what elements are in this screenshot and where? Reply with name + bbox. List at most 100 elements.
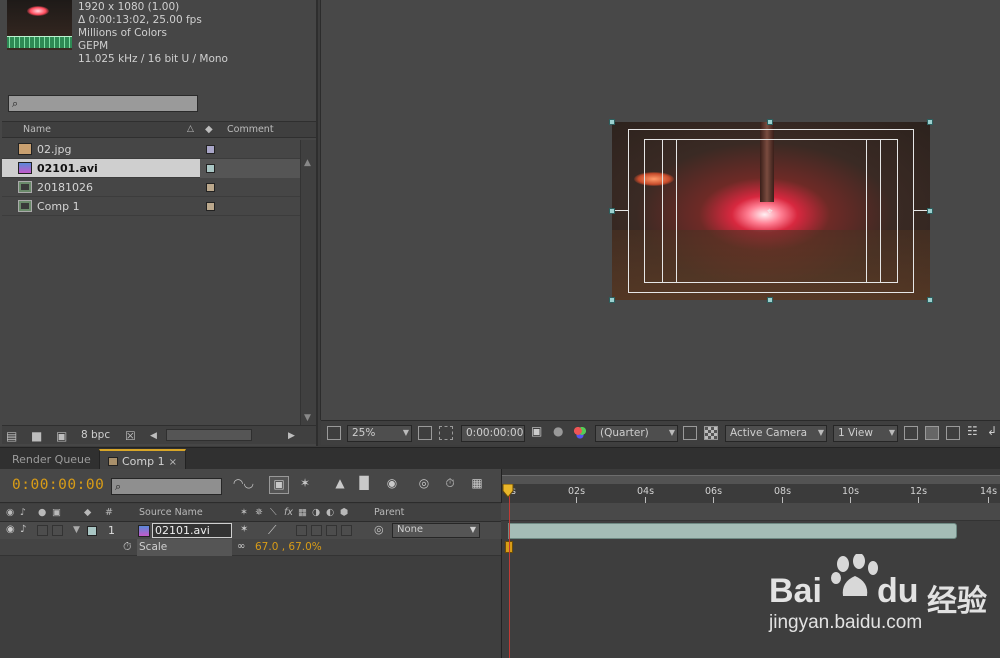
scroll-up-icon[interactable]: ▲ — [304, 158, 311, 168]
comp-mini-flowchart-icon[interactable]: ◠◡ — [233, 476, 254, 494]
hide-shy-layers-icon[interactable]: ✶ — [295, 476, 315, 494]
scroll-right-icon[interactable]: ▶ — [288, 431, 295, 441]
fast-previews-icon[interactable] — [683, 426, 697, 440]
reset-exposure-icon[interactable]: ↲ — [987, 424, 1000, 438]
label-tag-icon[interactable]: ◆ — [84, 507, 91, 518]
region-of-interest-icon[interactable] — [439, 426, 453, 440]
frame-blending-icon[interactable]: ▲ — [330, 476, 350, 494]
constrain-proportions-icon[interactable]: ∞ — [237, 541, 245, 552]
auto-keyframe-icon[interactable]: ◎ — [414, 476, 434, 494]
motion-blur-icon[interactable]: █ — [354, 476, 374, 494]
close-icon[interactable]: × — [169, 457, 177, 468]
pick-whip-icon[interactable]: ◎ — [374, 523, 384, 536]
current-time-field[interactable]: 0:00:00:00 — [461, 425, 525, 442]
trash-icon[interactable]: ☒ — [125, 429, 136, 443]
property-row[interactable]: ⏱ Scale ∞ 67.0 , 67.0% — [0, 539, 501, 556]
fast-draft-icon[interactable] — [925, 426, 939, 440]
quality-switch-icon[interactable]: ⟍ — [270, 507, 277, 518]
transparency-grid-icon[interactable] — [704, 426, 718, 440]
3d-layer-switch-icon[interactable]: ⬢ — [340, 507, 348, 518]
magnification-dropdown[interactable]: 25% ▼ — [347, 425, 412, 442]
shy-switch-icon[interactable]: ✶ — [240, 507, 248, 518]
parent-dropdown[interactable]: None ▼ — [392, 523, 480, 538]
column-comment[interactable]: Comment — [227, 124, 274, 135]
transform-handle[interactable] — [767, 119, 773, 125]
transform-handle[interactable] — [609, 297, 615, 303]
column-index[interactable]: # — [105, 507, 113, 518]
camera-snapshot-icon[interactable]: ▣ — [531, 424, 545, 438]
view-layout-dropdown[interactable]: 1 View ▼ — [833, 425, 898, 442]
tab-render-queue[interactable]: Render Queue — [4, 449, 99, 470]
show-snapshot-icon[interactable]: ● — [553, 424, 567, 438]
scroll-down-icon[interactable]: ▼ — [304, 413, 311, 423]
audio-icon[interactable]: ♪ — [20, 524, 26, 535]
transform-handle[interactable] — [927, 119, 933, 125]
brainstorm-icon[interactable]: ◉ — [382, 476, 402, 494]
graph-editor-icon[interactable]: ▦ — [467, 476, 487, 494]
solo-checkbox[interactable] — [37, 525, 48, 536]
timeline-tracks[interactable] — [501, 539, 1000, 658]
new-folder-icon[interactable]: ■ — [31, 429, 42, 443]
project-item[interactable]: 02.jpg — [2, 140, 300, 159]
timeline-icon[interactable] — [946, 426, 960, 440]
transform-handle[interactable] — [767, 297, 773, 303]
lock-icon[interactable]: ▣ — [52, 507, 61, 518]
horizontal-scrollbar[interactable] — [166, 429, 252, 441]
shy-switch-icon[interactable]: ✶ — [240, 524, 248, 535]
current-time-indicator[interactable] — [509, 485, 510, 658]
timeline-current-time[interactable]: 0:00:00:00 — [12, 477, 104, 493]
column-source-name[interactable]: Source Name — [139, 507, 203, 518]
column-name[interactable]: Name — [23, 124, 51, 135]
bit-depth-button[interactable]: 8 bpc — [81, 429, 110, 441]
label-color[interactable] — [206, 183, 215, 192]
anchor-point-icon[interactable]: ⌖ — [767, 206, 773, 217]
project-scrollbar[interactable]: ▲ ▼ — [300, 140, 316, 425]
label-color[interactable] — [206, 164, 215, 173]
flowchart-icon[interactable]: ☷ — [967, 424, 981, 438]
stopwatch-icon[interactable]: ⏱ — [440, 476, 460, 494]
visibility-icon[interactable]: ◉ — [6, 507, 14, 518]
label-tag-icon[interactable]: ◆ — [205, 124, 213, 135]
switch-checkbox[interactable] — [311, 525, 322, 536]
visibility-icon[interactable]: ◉ — [6, 524, 15, 535]
scale-value[interactable]: 67.0 , 67.0% — [255, 541, 322, 553]
tab-comp-1[interactable]: Comp 1 × — [99, 449, 186, 470]
label-color[interactable] — [206, 202, 215, 211]
layer-label-color[interactable] — [87, 526, 97, 536]
transform-handle[interactable] — [927, 297, 933, 303]
expand-triangle-icon[interactable]: ▼ — [73, 525, 80, 535]
interpret-footage-icon[interactable]: ▤ — [6, 429, 17, 443]
effects-switch[interactable]: fx — [284, 507, 293, 518]
motion-blur-switch-icon[interactable]: ◑ — [312, 507, 320, 518]
pixel-aspect-icon[interactable] — [904, 426, 918, 440]
collapse-switch-icon[interactable]: ✵ — [255, 507, 263, 518]
frame-blend-switch-icon[interactable]: ▦ — [298, 507, 307, 518]
adjustment-switch-icon[interactable]: ◐ — [326, 507, 334, 518]
project-item[interactable]: Comp 1 — [2, 197, 300, 216]
new-composition-icon[interactable]: ▣ — [56, 429, 67, 443]
project-search-input[interactable]: ⌕ — [8, 95, 198, 112]
camera-dropdown[interactable]: Active Camera ▼ — [725, 425, 827, 442]
switch-checkbox[interactable] — [326, 525, 337, 536]
project-item-selected[interactable]: 02101.avi — [2, 159, 200, 178]
layer-duration-bar[interactable] — [508, 523, 957, 539]
stopwatch-icon[interactable]: ⏱ — [123, 540, 132, 554]
switch-checkbox[interactable] — [341, 525, 352, 536]
safe-margins-icon[interactable] — [418, 426, 432, 440]
switch-checkbox[interactable] — [296, 525, 307, 536]
channel-rgb-icon[interactable] — [573, 426, 587, 440]
draft-3d-icon[interactable]: ▣ — [269, 476, 289, 494]
always-preview-icon[interactable] — [327, 426, 341, 440]
lock-checkbox[interactable] — [52, 525, 63, 536]
scroll-left-icon[interactable]: ◀ — [150, 431, 157, 441]
work-area-bar[interactable] — [502, 475, 1000, 484]
project-item[interactable]: 20181026 — [2, 178, 300, 197]
audio-icon[interactable]: ♪ — [20, 507, 26, 518]
sort-up-icon[interactable]: △ — [187, 124, 194, 134]
quality-switch-icon[interactable]: ⟋ — [268, 523, 276, 538]
layer-row[interactable]: ◉ ♪ ▼ 1 02101.avi ✶ ⟋ ◎ None ▼ — [0, 522, 501, 539]
transform-handle[interactable] — [609, 119, 615, 125]
transform-handle[interactable] — [927, 208, 933, 214]
resolution-dropdown[interactable]: (Quarter) ▼ — [595, 425, 678, 442]
layer-name[interactable]: 02101.avi — [152, 523, 232, 538]
